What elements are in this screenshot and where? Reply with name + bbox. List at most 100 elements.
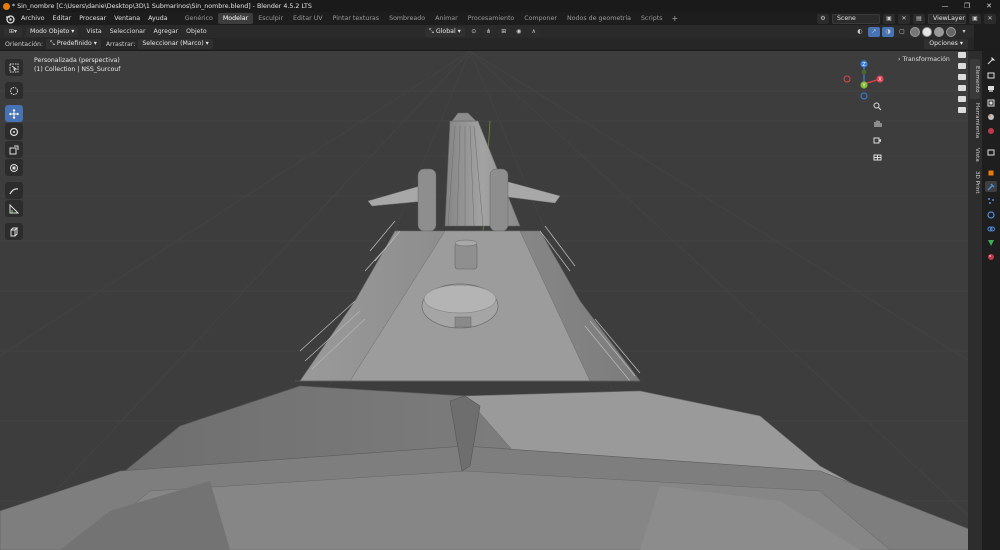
minimize-button[interactable]: — (934, 0, 956, 12)
cursor-tool-icon[interactable] (5, 82, 23, 99)
rotate-tool-icon[interactable] (5, 123, 23, 140)
menu-archivo[interactable]: Archivo (17, 12, 49, 25)
zoom-icon[interactable] (870, 99, 885, 113)
snap-icon[interactable]: ⋔ (482, 26, 495, 37)
view-layer-selector[interactable]: ViewLayer (928, 13, 966, 24)
object-properties-icon[interactable] (985, 167, 997, 178)
tab-procesamiento[interactable]: Procesamiento (463, 13, 520, 24)
shading-options-icon[interactable]: ▾ (958, 26, 970, 37)
output-properties-icon[interactable] (985, 83, 997, 94)
data-properties-icon[interactable] (985, 237, 997, 248)
select-box-tool-icon[interactable] (5, 59, 23, 76)
view-layer-properties-icon[interactable] (985, 97, 997, 108)
scene-properties-icon[interactable] (985, 111, 997, 122)
maximize-button[interactable]: ❐ (956, 0, 978, 12)
menu-procesar[interactable]: Procesar (75, 12, 110, 25)
new-scene-icon[interactable]: ▣ (883, 13, 895, 24)
tab-sombreado[interactable]: Sombreado (384, 13, 430, 24)
gizmo-x-label: X (878, 77, 882, 83)
new-view-layer-icon[interactable]: ▣ (969, 13, 981, 24)
menu-objeto[interactable]: Objeto (182, 28, 211, 35)
gizmo-toggle-icon[interactable]: ↗ (868, 26, 880, 37)
options-dropdown[interactable]: Opciones ▾ (924, 39, 968, 49)
tab-generico[interactable]: Genérico (180, 13, 218, 24)
material-shading-icon[interactable] (934, 26, 944, 37)
wireframe-shading-icon[interactable] (910, 26, 920, 37)
rendered-shading-icon[interactable] (946, 26, 956, 37)
transform-tool-icon[interactable] (5, 159, 23, 176)
camera-icon[interactable] (958, 85, 966, 91)
orientation-label: Orientación: (5, 40, 43, 48)
scene-icon[interactable]: ⚙ (817, 13, 829, 24)
tab-vista[interactable]: Vista (970, 144, 980, 166)
move-tool-icon[interactable] (5, 105, 23, 122)
window-controls: — ❐ ✕ (934, 0, 1000, 12)
render-properties-icon[interactable] (985, 69, 997, 80)
camera-icon[interactable] (958, 107, 966, 113)
transform-panel-header[interactable]: › Transformación (898, 56, 950, 63)
solid-shading-icon[interactable] (922, 26, 932, 37)
tab-nodos-geometria[interactable]: Nodos de geometría (562, 13, 636, 24)
orientation-value: Predefinido (56, 40, 92, 47)
tab-scripts[interactable]: Scripts (636, 13, 668, 24)
world-properties-icon[interactable] (985, 125, 997, 136)
menu-vista[interactable]: Vista (82, 28, 105, 35)
tab-componer[interactable]: Componer (519, 13, 562, 24)
camera-icon[interactable] (958, 96, 966, 102)
constraint-properties-icon[interactable] (985, 223, 997, 234)
menu-ventana[interactable]: Ventana (110, 12, 144, 25)
menu-ayuda[interactable]: Ayuda (144, 12, 171, 25)
snap-target-icon[interactable]: ⊞ (497, 26, 510, 37)
measure-tool-icon[interactable] (5, 200, 23, 217)
title-bar: * Sin_nombre [C:\Users\danie\Desktop\3D\… (0, 0, 1000, 12)
3d-viewport[interactable]: Personalizada (perspectiva) (1) Collecti… (0, 51, 974, 550)
annotate-tool-icon[interactable] (5, 182, 23, 199)
scale-tool-icon[interactable] (5, 141, 23, 158)
overlay-toggle-icon[interactable]: ◑ (882, 26, 894, 37)
falloff-icon[interactable]: ∧ (527, 26, 540, 37)
drag-dropdown[interactable]: Seleccionar (Marco) ▾ (138, 39, 213, 49)
proportional-edit-icon[interactable]: ◉ (512, 26, 525, 37)
tab-3d-print[interactable]: 3D Print (970, 169, 980, 195)
perspective-toggle-icon[interactable] (870, 150, 885, 164)
tab-modelar[interactable]: Modelar (217, 13, 254, 24)
add-cube-tool-icon[interactable] (5, 223, 23, 240)
view-layer-icon[interactable]: ▤ (913, 13, 925, 24)
delete-scene-icon[interactable]: ✕ (898, 13, 910, 24)
close-button[interactable]: ✕ (978, 0, 1000, 12)
camera-icon[interactable] (958, 74, 966, 80)
mode-selector[interactable]: Modo Objeto ▾ (26, 26, 79, 37)
menu-editar[interactable]: Editar (49, 12, 76, 25)
tab-pintar-texturas[interactable]: Pintar texturas (328, 13, 384, 24)
camera-icon[interactable] (958, 52, 966, 58)
pivot-icon[interactable]: ⊙ (467, 26, 480, 37)
tool-properties-icon[interactable] (985, 55, 997, 66)
tab-elemento[interactable]: Elemento (970, 59, 980, 99)
tab-esculpir[interactable]: Esculpir (253, 13, 288, 24)
modifier-properties-icon[interactable] (985, 181, 997, 192)
material-properties-icon[interactable] (985, 251, 997, 262)
scene-selector[interactable]: Scene (832, 13, 880, 24)
orientation-dropdown[interactable]: ⤡ Predefinido ▾ (46, 39, 101, 49)
collection-properties-icon[interactable] (985, 146, 997, 157)
blender-menu-icon[interactable] (3, 12, 17, 25)
properties-tabs (982, 51, 1000, 550)
menu-agregar[interactable]: Agregar (150, 28, 183, 35)
camera-icon[interactable] (958, 63, 966, 69)
workspace-tabs: Genérico Modelar Esculpir Editar UV Pint… (180, 12, 683, 25)
particle-properties-icon[interactable] (985, 195, 997, 206)
transform-orientation-selector[interactable]: ⤡ Global ▾ (425, 26, 465, 37)
tab-herramienta[interactable]: Herramienta (970, 101, 980, 141)
pan-hand-icon[interactable] (870, 116, 885, 130)
xray-toggle-icon[interactable]: ▢ (896, 26, 908, 37)
camera-view-icon[interactable] (870, 133, 885, 147)
menu-seleccionar[interactable]: Seleccionar (106, 28, 150, 35)
delete-view-layer-icon[interactable]: ✕ (984, 13, 996, 24)
orientation-label: Global (435, 27, 456, 35)
editor-type-selector[interactable]: ⊞▾ (4, 26, 22, 37)
tab-editar-uv[interactable]: Editar UV (288, 13, 328, 24)
add-workspace-button[interactable]: + (667, 14, 682, 23)
tab-animar[interactable]: Animar (430, 13, 463, 24)
physics-properties-icon[interactable] (985, 209, 997, 220)
visibility-icon[interactable]: ◐ (854, 26, 866, 37)
